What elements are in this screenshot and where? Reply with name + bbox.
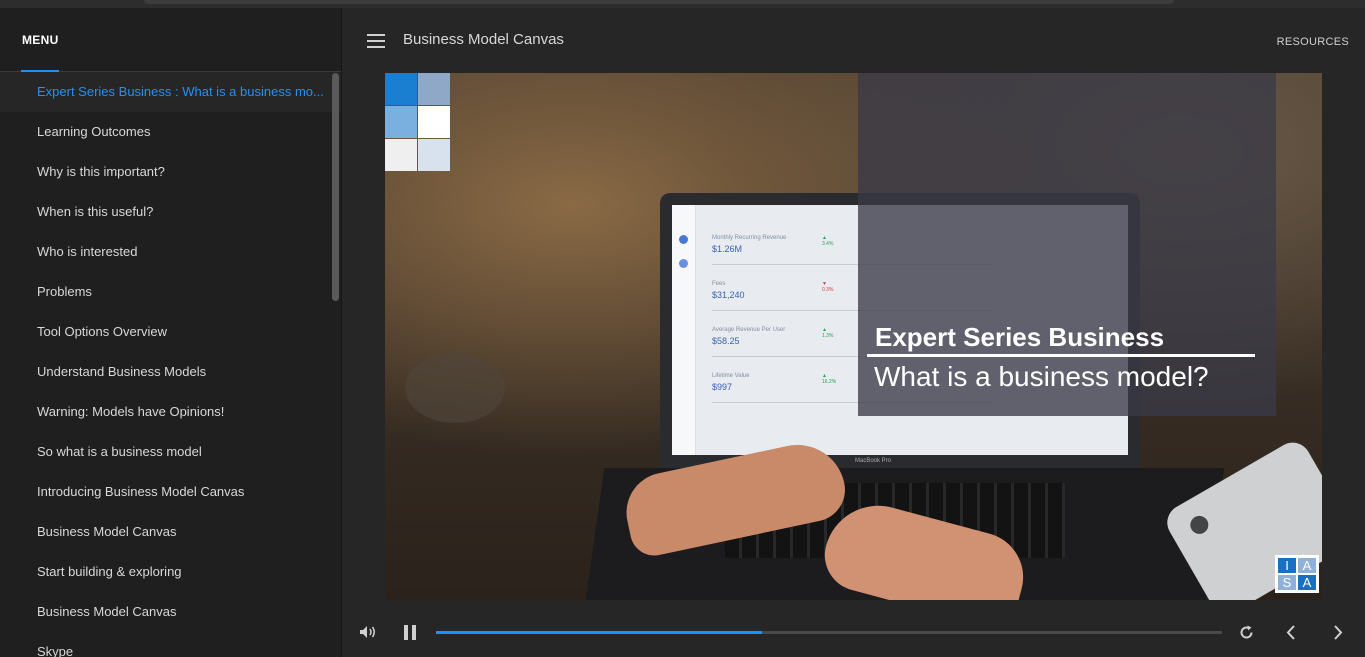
sidebar-menu: MENU Expert Series Business : What is a …	[0, 8, 342, 657]
metric-value: $1.26M	[712, 244, 743, 254]
menu-title: MENU	[22, 33, 59, 47]
iasa-logo: I A S A	[1275, 555, 1319, 593]
logo-letter: A	[1298, 558, 1316, 573]
dashboard-logo-icon	[679, 235, 688, 244]
metric-value: $58.25	[712, 336, 740, 346]
sidebar-scrollbar[interactable]	[332, 73, 339, 301]
sidebar-item[interactable]: Who is interested	[0, 232, 341, 272]
sidebar-item[interactable]: Expert Series Business : What is a busin…	[0, 72, 341, 112]
page-title: Business Model Canvas	[403, 31, 564, 48]
top-bar: Business Model Canvas RESOURCES	[343, 8, 1365, 72]
progress-fill	[436, 631, 763, 634]
top-scrollbar[interactable]	[144, 0, 1174, 4]
sidebar-item[interactable]: Start building & exploring	[0, 552, 341, 592]
pause-button[interactable]	[404, 625, 416, 640]
sidebar-item[interactable]: When is this useful?	[0, 192, 341, 232]
sidebar-item[interactable]: Warning: Models have Opinions!	[0, 392, 341, 432]
course-player: MENU Expert Series Business : What is a …	[0, 0, 1365, 657]
sidebar-item[interactable]: Understand Business Models	[0, 352, 341, 392]
player-controls	[343, 600, 1365, 657]
metric-card: Monthly Recurring Revenue $1.26M ▲ 3.4%	[712, 235, 992, 265]
menu-header: MENU	[0, 8, 341, 72]
sidebar-item[interactable]: Tool Options Overview	[0, 312, 341, 352]
decorative-square	[385, 106, 417, 138]
decorative-square	[385, 139, 417, 171]
decorative-square	[418, 139, 450, 171]
slide-image: Monthly Recurring Revenue $1.26M ▲ 3.4% …	[385, 73, 1322, 600]
logo-letter: S	[1278, 575, 1296, 590]
metric-label: Lifetime Value	[712, 373, 750, 379]
sidebar-item[interactable]: Business Model Canvas	[0, 592, 341, 632]
metric-card: Average Revenue Per User $58.25 ▲ 1.3%	[712, 327, 992, 357]
sidebar-item[interactable]: Introducing Business Model Canvas	[0, 472, 341, 512]
dashboard-nav-icon	[679, 259, 688, 268]
slide-title: Expert Series Business	[875, 322, 1165, 352]
menu-tab-indicator	[21, 70, 59, 72]
laptop-brand-label: MacBook Pro	[855, 458, 892, 464]
sidebar-item[interactable]: Problems	[0, 272, 341, 312]
metric-delta: ▲ 16.2%	[822, 373, 837, 385]
metric-delta: ▲ 3.4%	[822, 235, 834, 247]
sidebar-item[interactable]: Skype	[0, 632, 341, 657]
resources-button[interactable]: RESOURCES	[1277, 36, 1349, 48]
pause-icon	[412, 625, 416, 640]
metric-label: Average Revenue Per User	[712, 327, 786, 333]
metric-delta: ▲ 1.3%	[822, 327, 834, 339]
browser-top-strip	[0, 0, 1365, 8]
metric-card: Fees $31,240 ▼ 0.3%	[712, 281, 992, 311]
phone-camera	[1187, 512, 1212, 538]
previous-slide-icon[interactable]	[1284, 624, 1298, 641]
logo-letter: I	[1278, 558, 1296, 573]
sidebar-item[interactable]: Learning Outcomes	[0, 112, 341, 152]
sidebar-item[interactable]: Business Model Canvas	[0, 512, 341, 552]
next-slide-icon[interactable]	[1331, 624, 1345, 641]
metric-value: $31,240	[712, 290, 745, 300]
slide-title-divider	[867, 354, 1255, 357]
glass-jar	[405, 353, 505, 423]
pause-icon	[404, 625, 408, 640]
hamburger-menu-icon[interactable]	[367, 34, 385, 48]
sidebar-item[interactable]: So what is a business model	[0, 432, 341, 472]
metric-label: Fees	[712, 281, 726, 287]
metric-label: Monthly Recurring Revenue	[712, 235, 787, 241]
decorative-square	[418, 73, 450, 105]
metric-value: $997	[712, 382, 733, 392]
dashboard-sidebar	[672, 205, 696, 455]
progress-bar[interactable]	[436, 631, 1222, 634]
logo-letter: A	[1298, 575, 1316, 590]
metric-delta: ▼ 0.3%	[822, 281, 834, 293]
slide-subtitle: What is a business model?	[874, 361, 1209, 392]
volume-icon[interactable]	[359, 625, 377, 639]
sidebar-item[interactable]: Why is this important?	[0, 152, 341, 192]
menu-list: Expert Series Business : What is a busin…	[0, 72, 341, 657]
decorative-square	[418, 106, 450, 138]
replay-icon[interactable]	[1238, 624, 1255, 641]
metric-card: Lifetime Value $997 ▲ 16.2%	[712, 373, 992, 403]
decorative-square	[385, 73, 417, 105]
